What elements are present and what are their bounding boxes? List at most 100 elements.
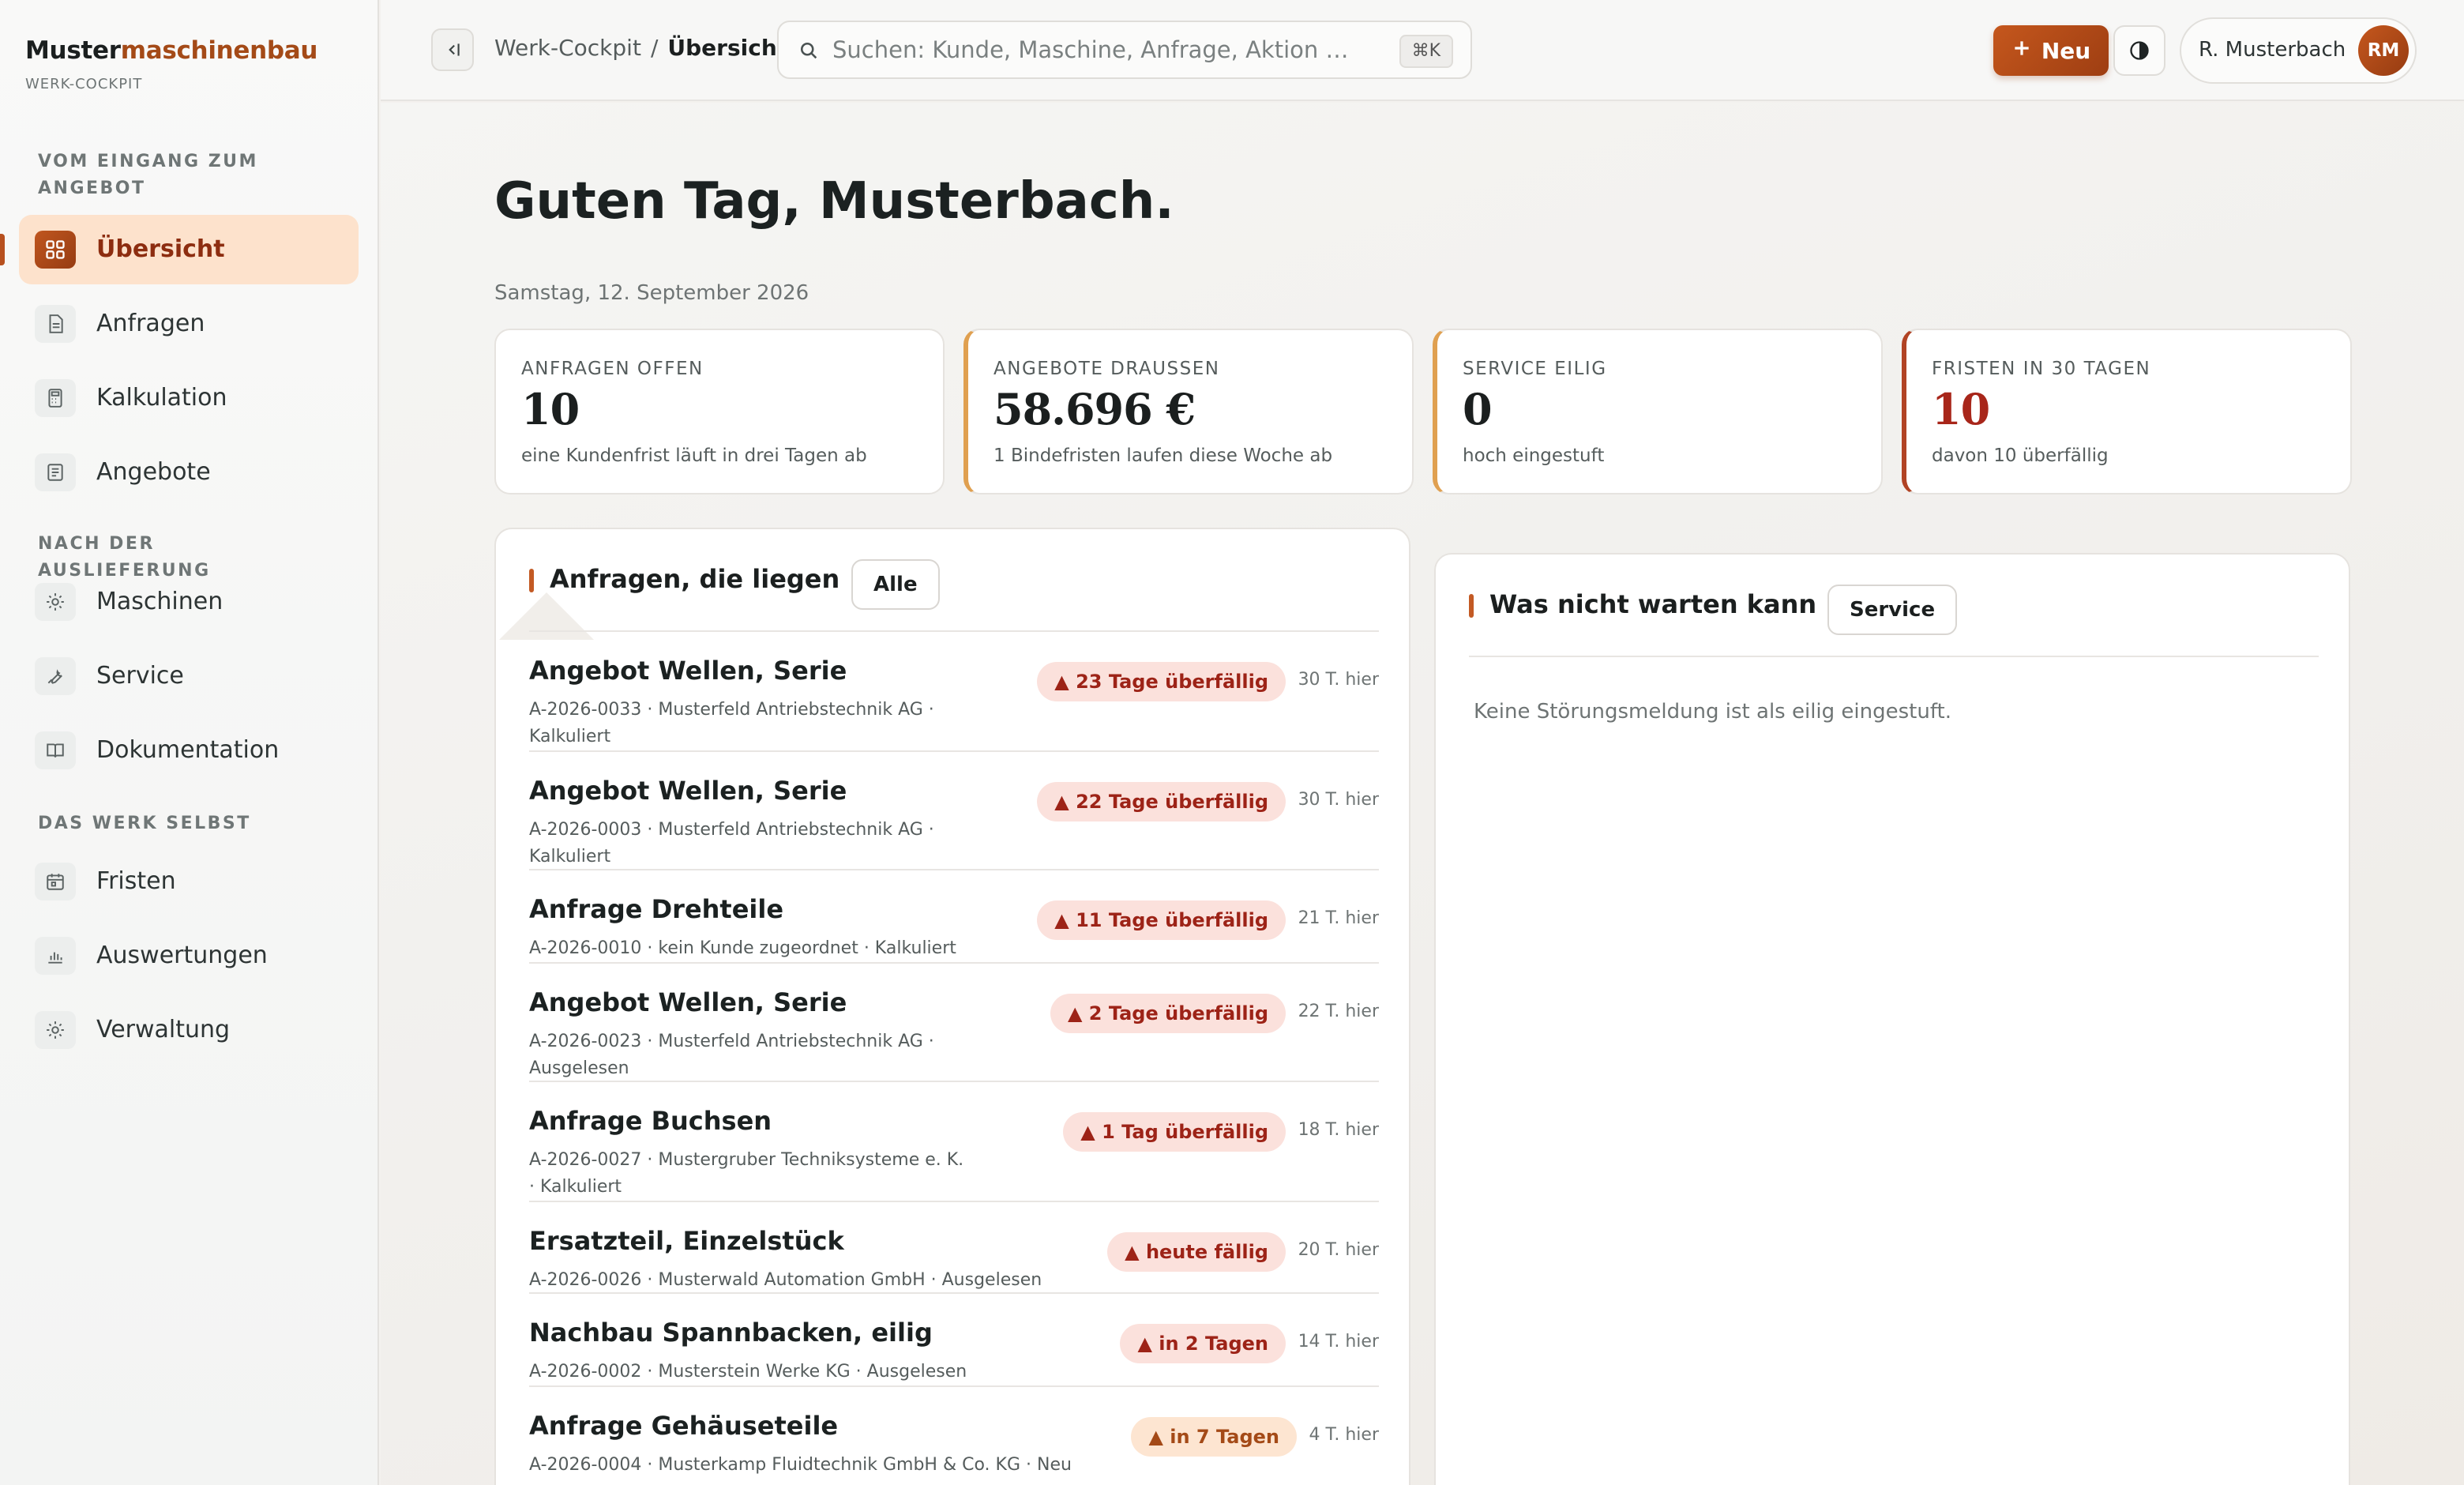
request-title: Anfrage Drehteile: [529, 894, 784, 924]
search-input[interactable]: Suchen: Kunde, Maschine, Anfrage, Aktion…: [777, 21, 1472, 79]
table-row[interactable]: Ersatzteil, Einzelstück A-2026-0026 · Mu…: [529, 1202, 1379, 1294]
kpi-card-anfragen-offen[interactable]: ANFRAGEN OFFEN 10 eine Kundenfrist läuft…: [494, 329, 945, 494]
sidebar-item-anfragen[interactable]: Anfragen: [19, 289, 359, 359]
kpi-card-fristen[interactable]: FRISTEN IN 30 TAGEN 10 davon 10 überfäll…: [1902, 329, 2352, 494]
kpi-subtext: 1 Bindefristen laufen diese Woche ab: [993, 446, 1333, 466]
cog-icon: [35, 583, 76, 621]
brand-subtitle: WERK-COCKPIT: [25, 76, 143, 92]
theme-toggle-button[interactable]: [2113, 25, 2165, 76]
status-badge: ▲ in 7 Tagen: [1131, 1417, 1297, 1457]
nav-section-title: VOM EINGANG ZUM ANGEBOT: [38, 152, 258, 198]
avatar: RM: [2358, 25, 2409, 76]
table-row[interactable]: Angebot Wellen, Serie A-2026-0023 · Must…: [529, 964, 1379, 1082]
request-meta: A-2026-0027 · Mustergruber Techniksystem…: [529, 1150, 964, 1197]
request-age: 30 T. hier: [1298, 670, 1379, 690]
page-title: Guten Tag, Musterbach.: [494, 172, 1174, 231]
panel-title: Anfragen, die liegen: [528, 564, 840, 594]
user-name: R. Musterbach: [2199, 38, 2346, 62]
table-row[interactable]: Angebot Wellen, Serie A-2026-0033 · Must…: [529, 632, 1379, 752]
empty-state-text: Keine Störungsmeldung ist als eilig eing…: [1474, 700, 1951, 724]
request-age: 21 T. hier: [1298, 908, 1379, 928]
sidebar-item-label: Anfragen: [96, 310, 205, 337]
status-badge: ▲ heute fällig: [1107, 1232, 1286, 1272]
kpi-subtext: davon 10 überfällig: [1932, 446, 2109, 466]
new-button[interactable]: Neu: [1993, 25, 2109, 76]
nav-section-title: DAS WERK SELBST: [38, 814, 251, 833]
collapse-icon: [449, 43, 460, 56]
requests-panel: Anfragen, die liegen Alle Angebot Wellen…: [494, 528, 1410, 1485]
main-content: Guten Tag, Musterbach. Samstag, 12. Sept…: [381, 103, 2464, 1485]
kpi-subtext: eine Kundenfrist läuft in drei Tagen ab: [521, 446, 867, 466]
sidebar-item-label: Auswertungen: [96, 942, 268, 969]
table-row[interactable]: Angebot Wellen, Serie A-2026-0003 · Must…: [529, 752, 1379, 870]
kpi-label: FRISTEN IN 30 TAGEN: [1932, 359, 2151, 379]
status-badge: ▲ 22 Tage überfällig: [1037, 782, 1286, 821]
sidebar-item-angebote[interactable]: Angebote: [19, 438, 359, 507]
request-meta: A-2026-0023 · Musterfeld Antriebstechnik…: [529, 1032, 934, 1078]
bar-chart-icon: [35, 937, 76, 975]
brand-logo[interactable]: Mustermaschinenbau: [25, 36, 318, 65]
status-badge: ▲ 11 Tage überfällig: [1037, 900, 1286, 940]
request-meta: A-2026-0004 · Musterkamp Fluidtechnik Gm…: [529, 1455, 1072, 1475]
kpi-label: SERVICE EILIG: [1463, 359, 1607, 379]
kpi-value: 58.696 €: [993, 384, 1196, 434]
request-age: 22 T. hier: [1298, 1002, 1379, 1021]
sidebar-item-label: Verwaltung: [96, 1016, 231, 1043]
request-age: 20 T. hier: [1298, 1240, 1379, 1260]
table-row[interactable]: Nachbau Spannbacken, eilig A-2026-0002 ·…: [529, 1294, 1379, 1387]
brand-name-suffix: maschinenbau: [120, 36, 318, 65]
filter-all-button[interactable]: Alle: [851, 559, 940, 610]
kpi-label: ANGEBOTE DRAUSSEN: [993, 359, 1220, 379]
table-row[interactable]: Anfrage Gehäuseteile A-2026-0004 · Muste…: [529, 1387, 1379, 1480]
request-meta: A-2026-0010 · kein Kunde zugeordnet · Ka…: [529, 938, 956, 958]
request-age: 14 T. hier: [1298, 1332, 1379, 1352]
document-icon: [35, 305, 76, 343]
breadcrumb-separator: /: [650, 35, 659, 61]
grid-icon: [35, 231, 76, 269]
status-badge: ▲ 23 Tage überfällig: [1037, 662, 1286, 701]
request-age: 4 T. hier: [1309, 1425, 1379, 1445]
table-row[interactable]: Anfrage Drehteile A-2026-0010 · kein Kun…: [529, 870, 1379, 964]
request-title: Ersatzteil, Einzelstück: [529, 1226, 844, 1256]
filter-service-button[interactable]: Service: [1827, 585, 1958, 635]
new-button-label: Neu: [2041, 37, 2091, 64]
kpi-card-service-eilig[interactable]: SERVICE EILIG 0 hoch eingestuft: [1433, 329, 1883, 494]
topbar: Werk-Cockpit / Übersicht Suchen: Kunde, …: [381, 0, 2464, 101]
sidebar: Mustermaschinenbau WERK-COCKPIT VOM EING…: [0, 0, 379, 1485]
book-icon: [35, 731, 76, 769]
request-title: Angebot Wellen, Serie: [529, 987, 847, 1017]
sidebar-item-auswertungen[interactable]: Auswertungen: [19, 921, 359, 991]
calculator-icon: [35, 379, 76, 417]
search-placeholder: Suchen: Kunde, Maschine, Anfrage, Aktion…: [832, 36, 1349, 63]
sidebar-item-maschinen[interactable]: Maschinen: [19, 567, 359, 637]
collapse-sidebar-button[interactable]: [431, 28, 474, 71]
request-age: 30 T. hier: [1298, 790, 1379, 810]
sidebar-item-label: Kalkulation: [96, 384, 227, 412]
kpi-card-angebote-draussen[interactable]: ANGEBOTE DRAUSSEN 58.696 € 1 Bindefriste…: [963, 329, 1414, 494]
sidebar-item-label: Angebote: [96, 458, 211, 486]
breadcrumb: Werk-Cockpit / Übersicht: [494, 35, 787, 61]
search-shortcut-hint: ⌘K: [1399, 35, 1453, 68]
request-title: Angebot Wellen, Serie: [529, 776, 847, 806]
breadcrumb-parent[interactable]: Werk-Cockpit: [494, 35, 641, 61]
request-meta: A-2026-0033 · Musterfeld Antriebstechnik…: [529, 700, 934, 746]
sidebar-item-dokumentation[interactable]: Dokumentation: [19, 716, 359, 785]
sidebar-item-label: Maschinen: [96, 588, 223, 615]
kpi-value: 10: [521, 384, 580, 434]
calendar-icon: [35, 863, 76, 900]
panel-divider: [1469, 656, 2319, 657]
table-row[interactable]: Anfrage Buchsen A-2026-0027 · Mustergrub…: [529, 1082, 1379, 1202]
sidebar-item-label: Dokumentation: [96, 736, 280, 764]
user-menu[interactable]: R. Musterbach RM: [2180, 17, 2417, 84]
sidebar-item-service[interactable]: Service: [19, 641, 359, 711]
sidebar-item-verwaltung[interactable]: Verwaltung: [19, 995, 359, 1065]
status-badge: ▲ 1 Tag überfällig: [1063, 1112, 1286, 1152]
sidebar-item-uebersicht[interactable]: Übersicht: [19, 215, 359, 284]
request-title: Angebot Wellen, Serie: [529, 656, 847, 686]
active-nav-marker: [0, 234, 5, 265]
kpi-label: ANFRAGEN OFFEN: [521, 359, 704, 379]
sidebar-item-kalkulation[interactable]: Kalkulation: [19, 363, 359, 433]
wrench-icon: [35, 657, 76, 695]
status-badge: ▲ 2 Tage überfällig: [1050, 994, 1286, 1033]
sidebar-item-fristen[interactable]: Fristen: [19, 847, 359, 916]
